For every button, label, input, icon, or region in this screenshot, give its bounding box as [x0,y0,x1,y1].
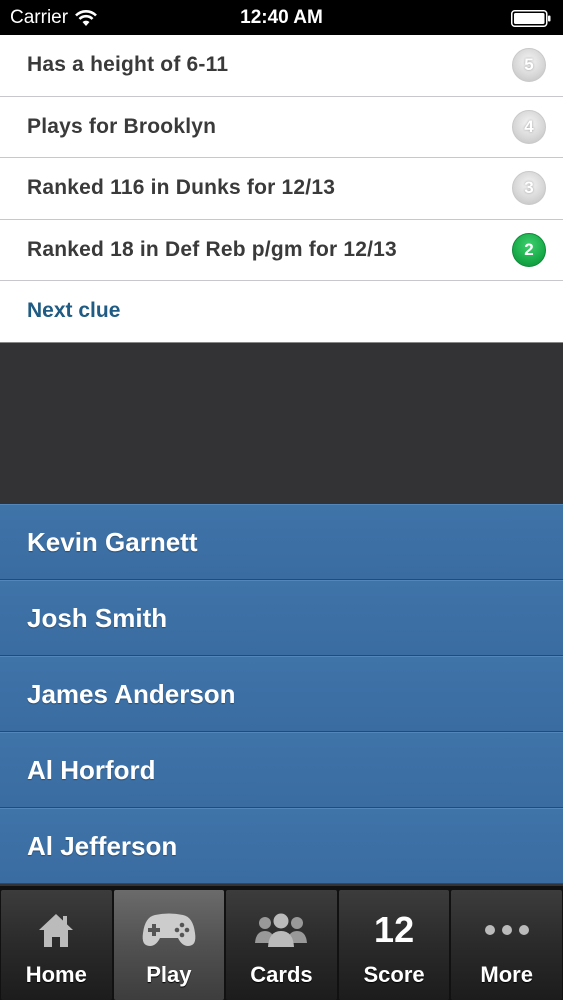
score-value: 12 [374,909,415,950]
answer-option[interactable]: Al Horford [0,732,563,808]
answer-label: Al Horford [27,754,156,785]
clues-list: Has a height of 6-11 5 Plays for Brookly… [0,35,563,343]
tab-cards[interactable]: Cards [226,890,337,1000]
clue-text: Ranked 116 in Dunks for 12/13 [27,176,336,200]
tab-label: Score [363,962,425,987]
answer-option[interactable]: Al Jefferson [0,808,563,884]
next-clue-label: Next clue [27,299,121,323]
battery-icon [511,10,551,27]
clue-row: Ranked 116 in Dunks for 12/13 3 [0,158,563,220]
clue-text: Has a height of 6-11 [27,53,229,77]
house-icon [39,914,74,947]
clue-row: Plays for Brooklyn 4 [0,96,563,158]
tab-label: Play [146,962,192,987]
tab-play[interactable]: Play [113,890,225,1000]
next-clue-button[interactable]: Next clue [0,281,563,343]
answer-label: James Anderson [27,678,236,709]
clue-text: Plays for Brooklyn [27,114,217,138]
tab-label: Home [25,962,87,987]
clue-badge: 3 [512,171,546,206]
answer-options: Kevin Garnett Josh Smith James Anderson … [0,504,563,884]
clue-text: Ranked 18 in Def Reb p/gm for 12/13 [27,237,397,261]
tab-bar: Home Play Cards 12 Score More [0,886,563,1000]
ellipsis-icon [484,925,529,935]
people-icon [255,913,308,947]
clue-row: Has a height of 6-11 5 [0,35,563,97]
clue-badge: 5 [512,48,546,83]
gamepad-icon [142,913,196,946]
status-time: 12:40 AM [240,7,323,28]
tab-label: More [480,962,533,987]
clue-badge: 4 [512,109,546,144]
tab-label: Cards [250,962,313,987]
answer-option[interactable]: Kevin Garnett [0,504,563,580]
tab-more[interactable]: More [451,890,562,1000]
clue-badge-current: 2 [512,232,546,267]
answer-option[interactable]: Josh Smith [0,580,563,656]
answer-label: Kevin Garnett [27,526,198,557]
status-bar: Carrier 12:40 AM [0,0,563,35]
answer-option[interactable]: James Anderson [0,656,563,732]
tab-home[interactable]: Home [1,890,112,1000]
answer-label: Al Jefferson [27,830,178,861]
tab-score[interactable]: 12 Score [338,890,450,1000]
answer-label: Josh Smith [27,602,168,633]
clue-row: Ranked 18 in Def Reb p/gm for 12/13 2 [0,219,563,281]
